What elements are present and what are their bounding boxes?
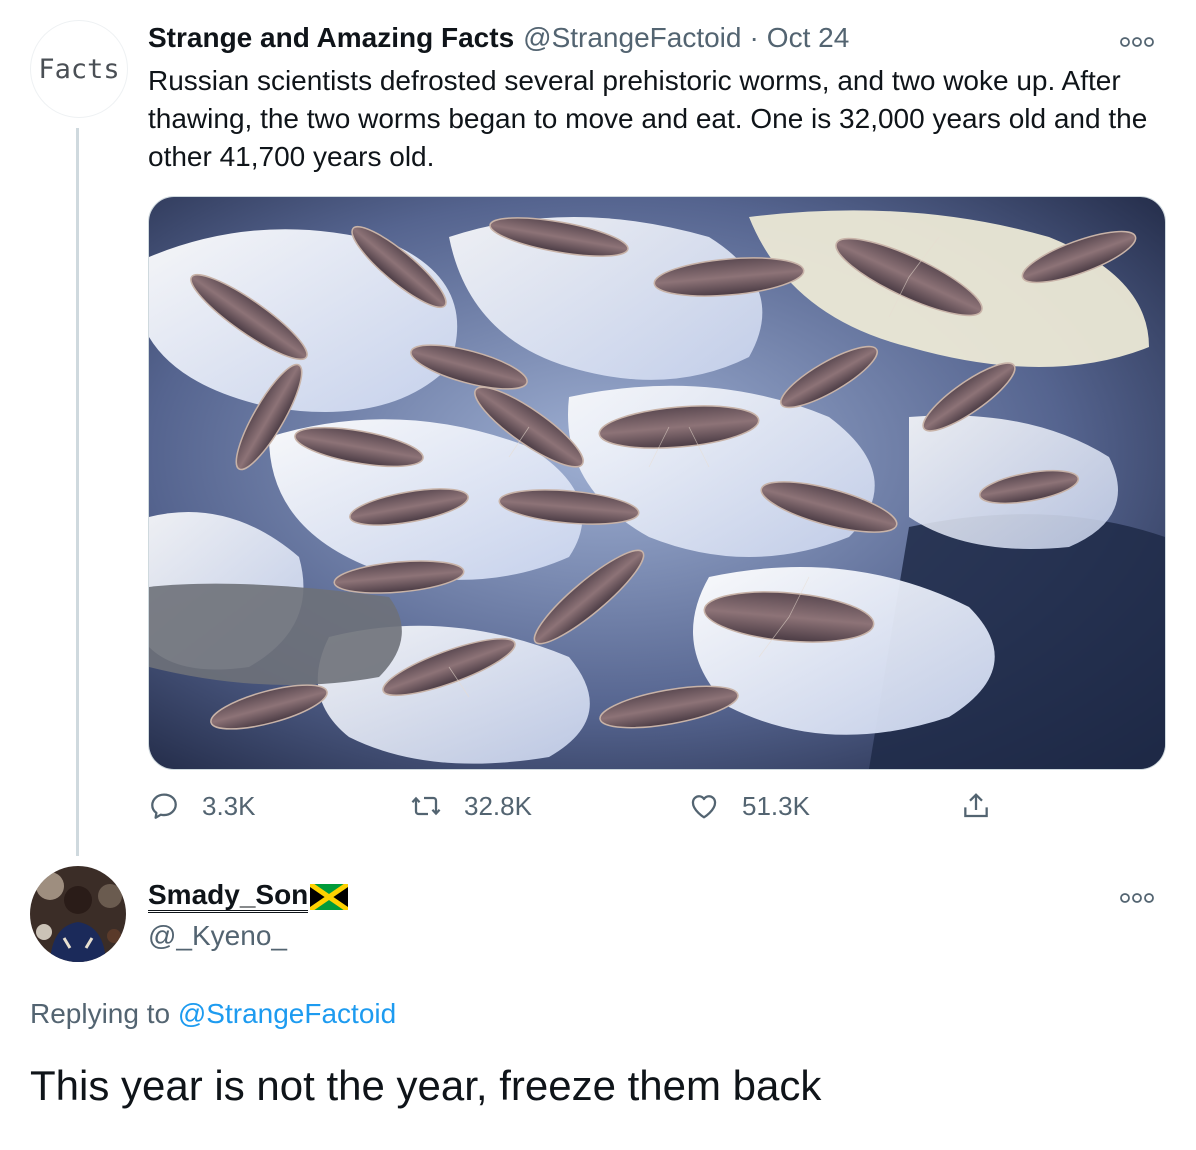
reply-count: 3.3K bbox=[202, 790, 256, 821]
reply-author-display-name[interactable]: Smady_Son bbox=[148, 880, 309, 913]
more-dots-icon bbox=[1120, 893, 1154, 903]
tweet-photo[interactable] bbox=[148, 196, 1166, 770]
header-separator: · bbox=[749, 22, 759, 53]
more-dots-icon bbox=[1120, 37, 1154, 47]
reply-more-icon[interactable] bbox=[1120, 884, 1154, 910]
worms-photo-image bbox=[149, 197, 1165, 769]
author-avatar[interactable]: Facts bbox=[30, 20, 128, 118]
more-icon[interactable] bbox=[1120, 28, 1154, 54]
author-display-name[interactable]: Strange and Amazing Facts bbox=[148, 22, 514, 54]
replying-to-label: Replying to bbox=[30, 998, 171, 1029]
reply-author-handle[interactable]: @_Kyeno_ bbox=[148, 920, 287, 952]
reply-author-avatar[interactable] bbox=[30, 866, 126, 962]
retweet-action[interactable]: 32.8K bbox=[410, 786, 532, 826]
tweet-header: Strange and Amazing Facts @StrangeFactoi… bbox=[148, 22, 849, 58]
like-count: 51.3K bbox=[742, 790, 810, 821]
like-action[interactable]: 51.3K bbox=[688, 786, 810, 826]
reply-action[interactable]: 3.3K bbox=[148, 786, 256, 826]
thread-connector-line bbox=[76, 128, 79, 856]
reply-text: This year is not the year, freeze them b… bbox=[30, 1062, 822, 1109]
share-action[interactable] bbox=[960, 786, 1014, 826]
reply-icon bbox=[151, 793, 177, 819]
reply-author-name-row[interactable]: Smady_Son bbox=[148, 880, 349, 913]
avatar-text: Facts bbox=[38, 53, 120, 85]
heart-icon bbox=[691, 795, 717, 819]
author-handle[interactable]: @StrangeFactoid bbox=[523, 22, 741, 54]
replying-to-line: Replying to @StrangeFactoid bbox=[30, 998, 396, 1030]
retweet-icon bbox=[411, 796, 441, 816]
jamaica-flag-icon bbox=[310, 883, 349, 910]
tweet-date[interactable]: Oct 24 bbox=[767, 22, 849, 54]
avatar-photo bbox=[30, 866, 126, 962]
share-icon bbox=[964, 793, 988, 818]
retweet-count: 32.8K bbox=[464, 790, 532, 821]
replying-to-handle-link[interactable]: @StrangeFactoid bbox=[178, 998, 396, 1029]
tweet-text: Russian scientists defrosted several pre… bbox=[148, 65, 1148, 172]
